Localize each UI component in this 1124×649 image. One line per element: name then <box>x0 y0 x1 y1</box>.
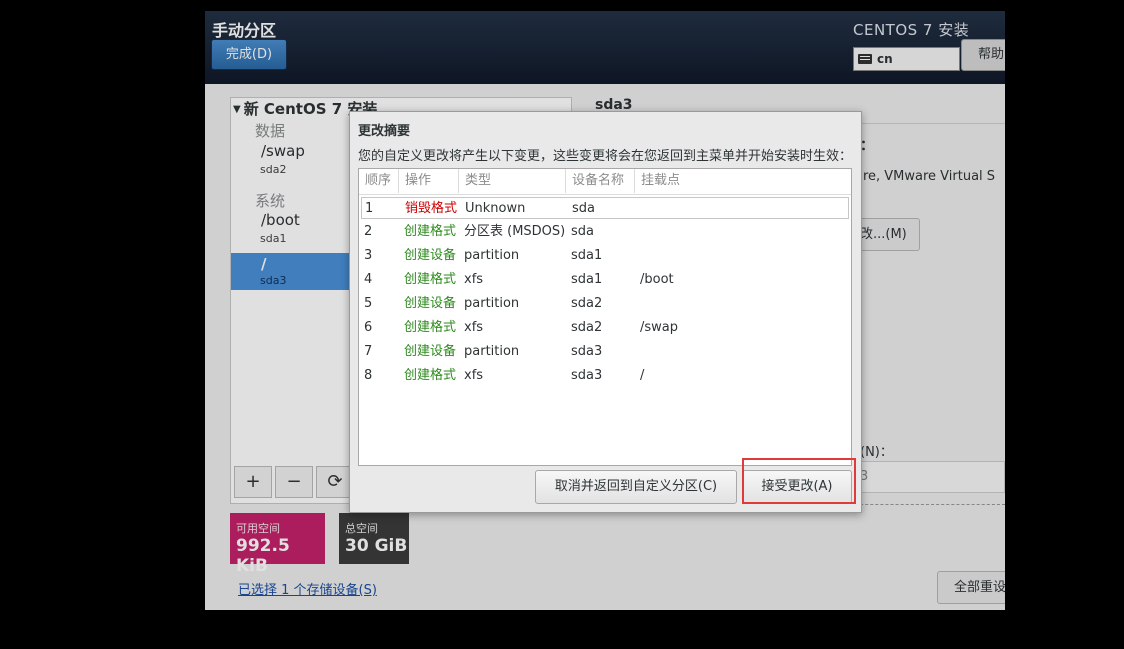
cell-order: 5 <box>364 296 373 311</box>
cell-mount: / <box>640 368 645 383</box>
column-header-order[interactable]: 顺序 <box>359 169 399 193</box>
column-header-mount[interactable]: 挂载点 <box>635 169 851 193</box>
cell-order: 6 <box>364 320 373 335</box>
cell-type: partition <box>464 248 520 263</box>
dialog-description: 您的自定义更改将产生以下变更，这些变更将会在您返回到主菜单并开始安装时生效： <box>358 149 853 164</box>
table-row[interactable]: 7 创建设备 partition sda3 <box>361 341 849 363</box>
cell-order: 3 <box>364 248 373 263</box>
table-header: 顺序 操作 类型 设备名称 挂载点 <box>359 169 851 195</box>
cancel-return-button[interactable]: 取消并返回到自定义分区(C) <box>535 470 737 504</box>
changes-table: 顺序 操作 类型 设备名称 挂载点 1 销毁格式 Unknown sda 2 创建格式 分区… <box>358 168 852 466</box>
table-row[interactable]: 1 销毁格式 Unknown sda <box>361 197 849 219</box>
cell-action: 创建设备 <box>404 296 457 311</box>
cell-order: 1 <box>365 201 374 216</box>
cell-type: 分区表 (MSDOS) <box>464 224 566 239</box>
cell-type: xfs <box>464 368 484 383</box>
cell-action: 创建格式 <box>404 368 457 383</box>
accept-button-highlight <box>742 458 856 504</box>
dialog-title: 更改摘要 <box>358 124 411 139</box>
cell-mount: /swap <box>640 320 679 335</box>
cell-order: 2 <box>364 224 373 239</box>
column-header-type[interactable]: 类型 <box>459 169 566 193</box>
cell-device: sda <box>571 224 594 239</box>
cell-device: sda <box>572 201 595 216</box>
cell-mount: /boot <box>640 272 674 287</box>
cell-type: partition <box>464 344 520 359</box>
table-row[interactable]: 4 创建格式 xfs sda1/boot <box>361 269 849 291</box>
cell-device: sda2 <box>571 296 603 311</box>
table-row[interactable]: 3 创建设备 partition sda1 <box>361 245 849 267</box>
summary-of-changes-dialog: 更改摘要 您的自定义更改将产生以下变更，这些变更将会在您返回到主菜单并开始安装时… <box>349 111 862 513</box>
cell-action: 销毁格式 <box>405 201 458 216</box>
cell-device: sda1 <box>571 272 603 287</box>
cell-device: sda2 <box>571 320 603 335</box>
column-header-device[interactable]: 设备名称 <box>566 169 635 193</box>
cell-order: 4 <box>364 272 373 287</box>
cell-action: 创建格式 <box>404 320 457 335</box>
table-row[interactable]: 6 创建格式 xfs sda2/swap <box>361 317 849 339</box>
cell-device: sda1 <box>571 248 603 263</box>
cell-order: 8 <box>364 368 373 383</box>
cell-action: 创建格式 <box>404 272 457 287</box>
cell-type: partition <box>464 296 520 311</box>
cell-type: xfs <box>464 320 484 335</box>
column-header-action[interactable]: 操作 <box>399 169 459 193</box>
cell-type: Unknown <box>465 201 526 216</box>
table-row[interactable]: 5 创建设备 partition sda2 <box>361 293 849 315</box>
cell-order: 7 <box>364 344 373 359</box>
table-row[interactable]: 8 创建格式 xfs sda3 / <box>361 365 849 387</box>
cell-type: xfs <box>464 272 484 287</box>
cell-device: sda3 <box>571 344 603 359</box>
cell-action: 创建设备 <box>404 344 457 359</box>
table-row[interactable]: 2 创建格式 分区表 (MSDOS) sda <box>361 221 849 243</box>
cell-action: 创建格式 <box>404 224 457 239</box>
cell-device: sda3 <box>571 368 603 383</box>
cell-action: 创建设备 <box>404 248 457 263</box>
